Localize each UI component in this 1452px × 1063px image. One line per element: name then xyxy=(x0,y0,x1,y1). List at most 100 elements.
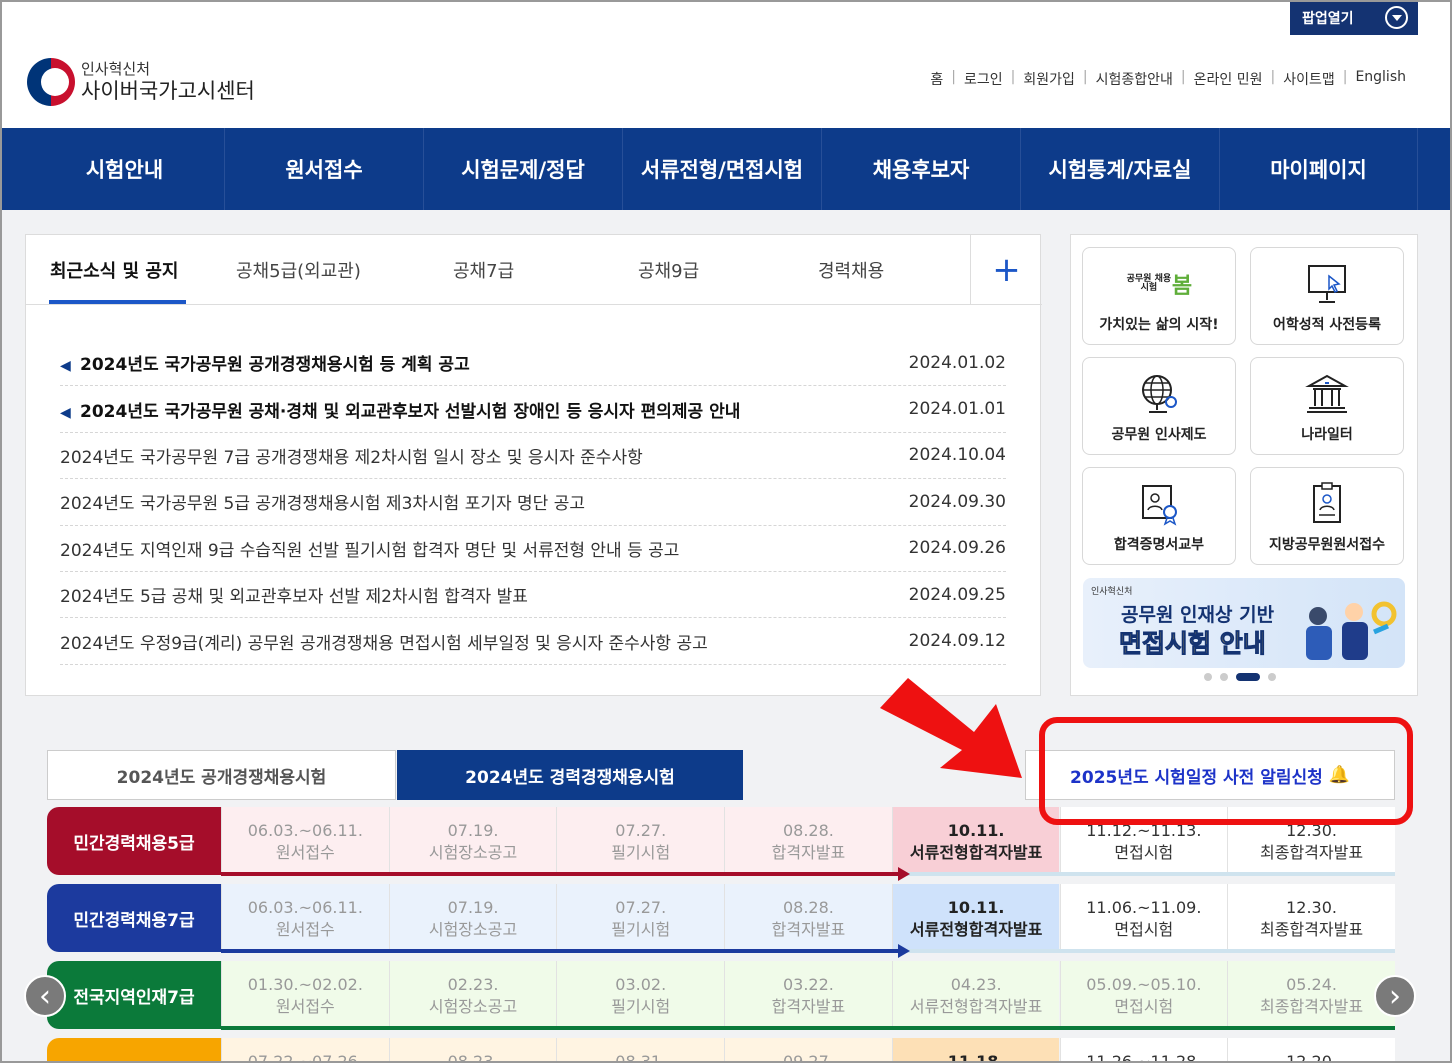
notice-row[interactable]: 2024년도 지역인재 9급 수습직원 선발 필기시험 합격자 명단 및 서류전… xyxy=(60,526,1006,572)
banner-dot-4[interactable] xyxy=(1268,673,1276,681)
notice-title[interactable]: ◀ 2024년도 국가공무원 공개경쟁채용시험 등 계획 공고 xyxy=(60,350,896,375)
banner-dot-1[interactable] xyxy=(1204,673,1212,681)
notice-row[interactable]: 2024년도 5급 공채 및 외교관후보자 선발 제2차시험 합격자 발표 202… xyxy=(60,572,1006,619)
quick-local-application[interactable]: 지방공무원원서접수 xyxy=(1250,467,1404,565)
schedule-step: 04.23. 서류전형합격자발표 xyxy=(891,961,1060,1029)
schedule-step-name: 서류전형합격자발표 xyxy=(909,997,1043,1017)
tab-recent-notice[interactable]: 최근소식 및 공지 xyxy=(50,257,178,283)
util-link-home[interactable]: 홈 xyxy=(930,69,943,89)
banner-org-logo: 인사혁신처 xyxy=(1091,587,1133,597)
schedule-step: 11.26.~11.28. xyxy=(1059,1038,1228,1063)
schedule-step: 10.11. 서류전형합격자발표 xyxy=(891,807,1060,875)
schedule-step: 12.30. 최종합격자발표 xyxy=(1227,884,1395,952)
schedule-row: 07.22.~07.26. 08.23. 08.31. 09.27. 11.18. 11.… xyxy=(47,1038,1395,1063)
schedule-step: 05.24. 최종합격자발표 xyxy=(1227,961,1395,1029)
notice-title[interactable]: 2024년도 5급 공채 및 외교관후보자 선발 제2차시험 합격자 발표 xyxy=(60,582,896,607)
nav-exam-answers[interactable]: 시험문제/정답 xyxy=(423,128,622,210)
util-link-english[interactable]: English xyxy=(1355,69,1406,89)
tab-grade7[interactable]: 공채7급 xyxy=(453,257,514,283)
notice-row[interactable]: 2024년도 국가공무원 5급 공개경쟁채용시험 제3차시험 포기자 명단 공고… xyxy=(60,479,1006,526)
progress-arrow-icon xyxy=(897,867,910,881)
schedule-step-date: 10.11. xyxy=(947,898,1005,917)
schedule-step-date: 07.19. xyxy=(447,821,499,840)
schedule-step-date: 07.27. xyxy=(615,821,667,840)
nav-application[interactable]: 원서접수 xyxy=(224,128,423,210)
util-link-signup[interactable]: 회원가입 xyxy=(1023,69,1075,89)
tab-grade5-diplomat[interactable]: 공채5급(외교관) xyxy=(236,257,361,283)
nav-mypage[interactable]: 마이페이지 xyxy=(1219,128,1418,210)
more-notices-button[interactable]: + xyxy=(970,235,1042,305)
schedule-row: 민간경력채용7급 06.03.~06.11. 원서접수 07.19. 시험장소공고 07.… xyxy=(47,884,1395,958)
logo-site-name: 사이버국가고시센터 xyxy=(81,78,255,103)
quick-public-service-exam[interactable]: 공무원 채용 시험 봄 가치있는 삶의 시작! xyxy=(1082,247,1236,345)
notice-title-text: 2024년도 5급 공채 및 외교관후보자 선발 제2차시험 합격자 발표 xyxy=(60,587,528,608)
banner-pagination xyxy=(1204,673,1276,681)
people-illustration-icon xyxy=(1306,601,1397,660)
notice-title[interactable]: 2024년도 국가공무원 5급 공개경쟁채용시험 제3차시험 포기자 명단 공고 xyxy=(60,489,896,514)
notice-date: 2024.09.12 xyxy=(908,631,1006,652)
nav-document-interview[interactable]: 서류전형/면접시험 xyxy=(622,128,821,210)
schedule-progress-bar xyxy=(221,872,902,876)
tab-grade9[interactable]: 공채9급 xyxy=(638,257,699,283)
quick-menu-panel: 공무원 채용 시험 봄 가치있는 삶의 시작! 어학성적 사전등록 공무원 인사… xyxy=(1070,234,1418,696)
schedule-step-name: 면접시험 xyxy=(1114,843,1174,863)
notice-date: 2024.09.26 xyxy=(908,538,1006,559)
schedule-step: 11.18. xyxy=(891,1038,1060,1063)
schedule-step: 07.27. 필기시험 xyxy=(556,807,725,875)
schedule-step-name: 최종합격자발표 xyxy=(1260,843,1364,863)
schedule-next-button[interactable]: › xyxy=(1374,975,1416,1017)
notice-row[interactable]: ◀ 2024년도 국가공무원 공채·경채 및 외교관후보자 선발시험 장애인 등 … xyxy=(60,386,1006,433)
notice-title[interactable]: ◀ 2024년도 국가공무원 공채·경채 및 외교관후보자 선발시험 장애인 등 … xyxy=(60,397,896,422)
schedule-step: 07.19. 시험장소공고 xyxy=(388,884,557,952)
notice-title[interactable]: 2024년도 우정9급(계리) 공무원 공개경쟁채용 면접시험 세부일정 및 응… xyxy=(60,629,896,654)
nav-candidates[interactable]: 채용후보자 xyxy=(821,128,1020,210)
notice-title-text: 2024년도 국가공무원 5급 공개경쟁채용시험 제3차시험 포기자 명단 공고 xyxy=(60,494,586,515)
schedule-step: 07.22.~07.26. xyxy=(221,1038,389,1063)
notice-row[interactable]: 2024년도 우정9급(계리) 공무원 공개경쟁채용 면접시험 세부일정 및 응… xyxy=(60,618,1006,665)
util-link-login[interactable]: 로그인 xyxy=(964,69,1003,89)
banner-dot-3-active[interactable] xyxy=(1236,673,1260,681)
schedule-step-date: 08.28. xyxy=(782,821,834,840)
notice-row[interactable]: 2024년도 국가공무원 7급 공개경쟁채용 제2차시험 일시 장소 및 응시자… xyxy=(60,433,1006,480)
schedule-step-date: 08.28. xyxy=(782,898,834,917)
quick-narailter[interactable]: 나라일터 xyxy=(1250,357,1404,455)
notice-title[interactable]: 2024년도 국가공무원 7급 공개경쟁채용 제2차시험 일시 장소 및 응시자… xyxy=(60,443,896,468)
notice-date: 2024.01.02 xyxy=(908,352,1006,373)
quick-hr-system[interactable]: 공무원 인사제도 xyxy=(1082,357,1236,455)
tab-career-recruitment-2024[interactable]: 2024년도 경력경쟁채용시험 xyxy=(397,750,743,800)
banner-dot-2[interactable] xyxy=(1220,673,1228,681)
schedule-step: 08.28. 합격자발표 xyxy=(724,807,892,875)
notice-title[interactable]: 2024년도 지역인재 9급 수습직원 선발 필기시험 합격자 명단 및 서류전… xyxy=(60,536,896,561)
util-link-exam-guide[interactable]: 시험종합안내 xyxy=(1096,69,1173,89)
nav-statistics[interactable]: 시험통계/자료실 xyxy=(1020,128,1219,210)
site-logo[interactable]: 인사혁신처 사이버국가고시센터 xyxy=(27,58,255,106)
schedule-step: 06.03.~06.11. 원서접수 xyxy=(221,807,389,875)
schedule-step: 12.20. xyxy=(1227,1038,1395,1063)
schedule-step: 01.30.~02.02. 원서접수 xyxy=(221,961,389,1029)
tab-career[interactable]: 경력채용 xyxy=(818,257,884,283)
util-link-civil-petition[interactable]: 온라인 민원 xyxy=(1194,69,1263,89)
interview-guide-banner[interactable]: 인사혁신처 공무원 인재상 기반 면접시험 안내 xyxy=(1083,578,1405,668)
popup-open-button[interactable]: 팝업열기 xyxy=(1290,0,1418,35)
schedule-step-name: 합격자발표 xyxy=(771,843,846,863)
nav-exam-info[interactable]: 시험안내 xyxy=(25,128,224,210)
util-link-sitemap[interactable]: 사이트맵 xyxy=(1283,69,1335,89)
schedule-prev-button[interactable]: ‹ xyxy=(24,975,66,1017)
quick-language-score[interactable]: 어학성적 사전등록 xyxy=(1250,247,1404,345)
schedule-step: 08.31. xyxy=(556,1038,725,1063)
quick-certificate[interactable]: 합격증명서교부 xyxy=(1082,467,1236,565)
notice-date: 2024.10.04 xyxy=(908,445,1006,466)
schedule-step: 05.09.~05.10. 면접시험 xyxy=(1059,961,1228,1029)
application-form-icon xyxy=(1251,482,1403,526)
schedule-step-name: 시험장소공고 xyxy=(428,920,518,940)
schedule-step-date: 02.23. xyxy=(447,975,499,994)
government-building-icon xyxy=(1251,372,1403,416)
notice-row[interactable]: ◀ 2024년도 국가공무원 공개경쟁채용시험 등 계획 공고 2024.01.02 xyxy=(60,340,1006,387)
schedule-step-date: 05.24. xyxy=(1286,975,1337,994)
schedule-step: 03.02. 필기시험 xyxy=(556,961,725,1029)
chevron-left-icon: ‹ xyxy=(39,978,51,1014)
schedule-step-name: 원서접수 xyxy=(275,843,335,863)
banner-title-line1: 공무원 인재상 기반 xyxy=(1121,604,1275,626)
tab-open-recruitment-2024[interactable]: 2024년도 공개경쟁채용시험 xyxy=(47,750,396,800)
popup-open-label: 팝업열기 xyxy=(1302,10,1354,27)
